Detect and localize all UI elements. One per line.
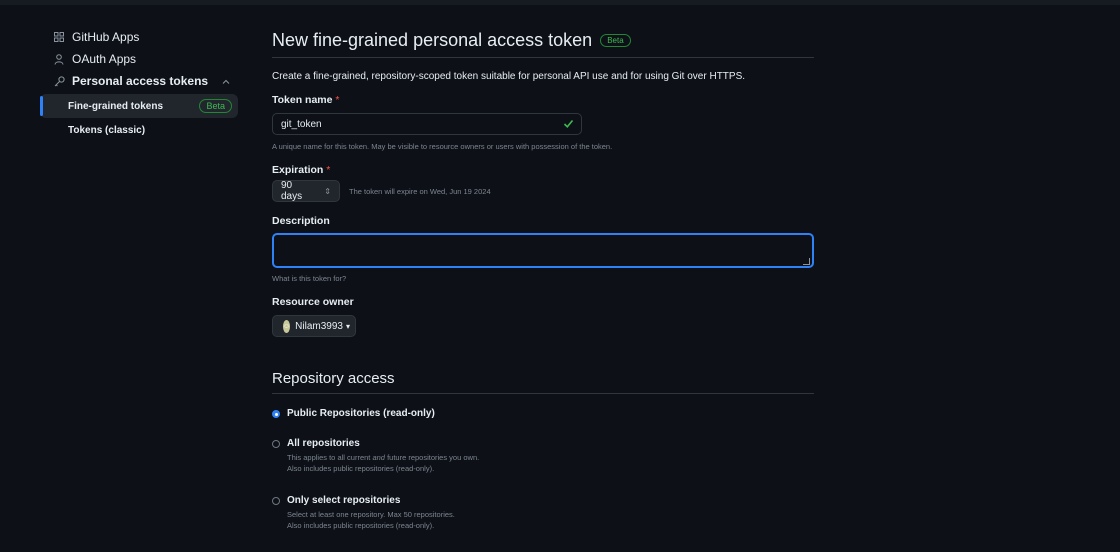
page-header: New fine-grained personal access token B… <box>272 30 631 51</box>
expiration-label: Expiration * <box>272 164 330 176</box>
expiration-value: 90 days <box>281 180 303 202</box>
sidebar-item-tokens-classic[interactable]: Tokens (classic) <box>40 118 238 142</box>
radio-only-select-repositories[interactable]: Only select repositories Select at least… <box>272 495 455 531</box>
repository-access-title: Repository access <box>272 370 395 387</box>
description-text: Select at least one repository. Max 50 r… <box>287 510 455 519</box>
check-icon <box>563 118 574 132</box>
sidebar-item-label: Tokens (classic) <box>68 124 146 136</box>
resource-owner-label: Resource owner <box>272 296 354 308</box>
divider <box>272 57 814 58</box>
expiration-select[interactable]: 90 days ⇕ <box>272 180 340 202</box>
caret-down-icon: ▾ <box>345 321 350 331</box>
radio-all-repositories[interactable]: All repositories This applies to all cur… <box>272 438 479 474</box>
required-mark: * <box>335 94 340 106</box>
required-mark: * <box>326 164 331 176</box>
description-label: Description <box>272 215 330 227</box>
resize-handle[interactable] <box>803 258 810 265</box>
radio-description: This applies to all current and future r… <box>287 452 479 474</box>
description-text: Also includes public repositories (read-… <box>287 521 435 530</box>
sidebar-item-label: Fine-grained tokens <box>68 100 164 112</box>
token-name-input[interactable]: git_token <box>272 113 582 135</box>
radio-button[interactable] <box>272 497 280 505</box>
sidebar-item-github-apps[interactable]: GitHub Apps <box>40 26 238 48</box>
token-name-help: A unique name for this token. May be vis… <box>272 142 613 151</box>
chevron-up-icon[interactable] <box>222 76 230 87</box>
beta-badge: Beta <box>600 34 631 47</box>
sidebar-item-fine-grained-tokens[interactable]: Fine-grained tokens Beta <box>40 94 238 118</box>
description-help: What is this token for? <box>272 274 347 283</box>
label-text: Expiration <box>272 164 324 176</box>
radio-public-repositories[interactable]: Public Repositories (read-only) <box>272 408 435 419</box>
description-text: future repositories you own. <box>384 453 480 462</box>
radio-label: Public Repositories (read-only) <box>287 408 435 419</box>
sidebar-item-personal-access-tokens[interactable]: Personal access tokens <box>40 70 238 92</box>
radio-label: All repositories <box>287 438 360 449</box>
window-top-bar <box>0 0 1120 5</box>
person-icon <box>52 53 66 65</box>
intro-text: Create a fine-grained, repository-scoped… <box>272 71 746 82</box>
description-text: This applies to all current <box>287 453 373 462</box>
beta-badge: Beta <box>199 99 232 113</box>
settings-sidebar: GitHub Apps OAuth Apps Personal access t… <box>40 26 238 142</box>
resource-owner-value: Nilam3993 <box>295 320 343 332</box>
apps-grid-icon <box>52 32 66 42</box>
sidebar-item-label: GitHub Apps <box>72 30 140 44</box>
sidebar-item-label: Personal access tokens <box>72 74 209 88</box>
label-text: Token name <box>272 94 333 106</box>
description-textarea[interactable] <box>272 233 814 268</box>
key-icon <box>52 75 66 87</box>
radio-button[interactable] <box>272 410 280 418</box>
radio-label: Only select repositories <box>287 495 401 506</box>
avatar: ☺ <box>283 319 291 333</box>
expiration-note: The token will expire on Wed, Jun 19 202… <box>349 187 491 196</box>
divider <box>272 393 814 394</box>
token-name-value: git_token <box>281 118 322 130</box>
page-title: New fine-grained personal access token <box>272 30 593 50</box>
description-emphasis: and <box>372 453 385 462</box>
description-text: Also includes public repositories (read-… <box>287 464 435 473</box>
token-name-label: Token name * <box>272 94 340 106</box>
sidebar-item-oauth-apps[interactable]: OAuth Apps <box>40 48 238 70</box>
resource-owner-dropdown[interactable]: ☺ Nilam3993 ▾ <box>272 315 356 337</box>
radio-description: Select at least one repository. Max 50 r… <box>287 509 455 531</box>
radio-button[interactable] <box>272 440 280 448</box>
select-arrows-icon: ⇕ <box>324 186 331 196</box>
sidebar-item-label: OAuth Apps <box>72 52 137 66</box>
